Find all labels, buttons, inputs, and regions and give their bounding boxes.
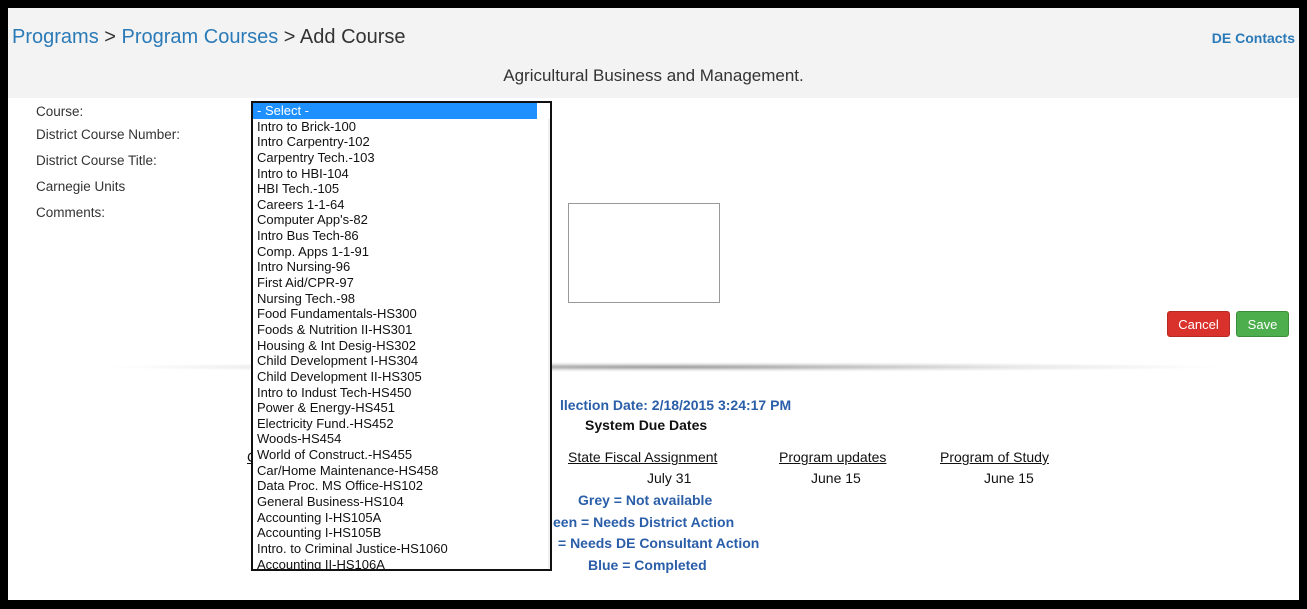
- page-frame: Programs > Program Courses > Add Course …: [8, 8, 1299, 600]
- course-option[interactable]: Careers 1-1-64: [253, 197, 537, 213]
- de-contacts-link[interactable]: DE Contacts: [1212, 30, 1295, 46]
- course-option[interactable]: Accounting I-HS105B: [253, 525, 537, 541]
- course-option[interactable]: Computer App's-82: [253, 212, 537, 228]
- cancel-button[interactable]: Cancel: [1167, 311, 1230, 337]
- course-option[interactable]: - Select -: [253, 103, 537, 119]
- course-option[interactable]: Car/Home Maintenance-HS458: [253, 463, 537, 479]
- program-name: Agricultural Business and Management.: [503, 66, 804, 85]
- course-option[interactable]: Data Proc. MS Office-HS102: [253, 478, 537, 494]
- course-option[interactable]: Foods & Nutrition II-HS301: [253, 322, 537, 338]
- course-option[interactable]: Accounting II-HS106A: [253, 557, 537, 569]
- comments-label: Comments:: [36, 205, 106, 220]
- save-button[interactable]: Save: [1236, 311, 1289, 337]
- breadcrumb-program-courses-link[interactable]: Program Courses: [122, 26, 279, 48]
- course-option[interactable]: Intro Bus Tech-86: [253, 228, 537, 244]
- program-of-study-header: Program of Study: [940, 449, 1049, 465]
- course-option[interactable]: Child Development I-HS304: [253, 353, 537, 369]
- dropdown-scrollbar[interactable]: [548, 119, 550, 568]
- state-fiscal-assignment-date: July 31: [647, 470, 692, 486]
- course-option[interactable]: First Aid/CPR-97: [253, 275, 537, 291]
- state-fiscal-assignment-header: State Fiscal Assignment: [568, 449, 718, 465]
- course-option[interactable]: Nursing Tech.-98: [253, 291, 537, 307]
- course-option[interactable]: Child Development II-HS305: [253, 369, 537, 385]
- course-option[interactable]: Intro Nursing-96: [253, 259, 537, 275]
- breadcrumb-programs-link[interactable]: Programs: [12, 26, 99, 48]
- breadcrumb-separator: >: [98, 26, 122, 48]
- course-option[interactable]: Intro Carpentry-102: [253, 134, 537, 150]
- course-option[interactable]: Housing & Int Desig-HS302: [253, 338, 537, 354]
- course-option[interactable]: Power & Energy-HS451: [253, 400, 537, 416]
- district-course-title-label: District Course Title:: [36, 153, 157, 168]
- district-course-number-label: District Course Number:: [36, 127, 181, 142]
- breadcrumb-current: Add Course: [299, 26, 406, 48]
- course-option[interactable]: HBI Tech.-105: [253, 181, 537, 197]
- system-due-dates-heading: System Due Dates: [585, 417, 708, 433]
- course-option-list: - Select - Intro to Brick-100 Intro Carpen…: [253, 103, 550, 569]
- breadcrumb: Programs > Program Courses > Add Course: [12, 26, 406, 49]
- course-option[interactable]: Intro to HBI-104: [253, 166, 537, 182]
- breadcrumb-separator: >: [278, 26, 300, 48]
- legend-green: een = Needs District Action: [553, 514, 735, 530]
- course-option[interactable]: Electricity Fund.-HS452: [253, 416, 537, 432]
- course-option[interactable]: Intro. to Criminal Justice-HS1060: [253, 541, 537, 557]
- course-option[interactable]: Intro to Brick-100: [253, 119, 537, 135]
- collection-date: llection Date: 2/18/2015 3:24:17 PM: [560, 397, 792, 413]
- course-option[interactable]: General Business-HS104: [253, 494, 537, 510]
- legend-consultant: = Needs DE Consultant Action: [558, 535, 760, 551]
- course-label: Course:: [36, 104, 84, 119]
- course-option[interactable]: Accounting I-HS105A: [253, 510, 537, 526]
- course-option[interactable]: Woods-HS454: [253, 431, 537, 447]
- chevron-up-icon[interactable]: ⌃: [548, 121, 550, 139]
- course-option[interactable]: Carpentry Tech.-103: [253, 150, 537, 166]
- scrollbar-thumb[interactable]: [550, 145, 552, 357]
- carnegie-units-label: Carnegie Units: [36, 179, 126, 194]
- legend-blue: Blue = Completed: [588, 557, 707, 573]
- course-option[interactable]: Comp. Apps 1-1-91: [253, 244, 537, 260]
- legend-grey: Grey = Not available: [578, 492, 713, 508]
- comments-textarea[interactable]: [568, 203, 720, 303]
- course-option[interactable]: Food Fundamentals-HS300: [253, 306, 537, 322]
- course-option[interactable]: Intro to Indust Tech-HS450: [253, 385, 537, 401]
- program-updates-date: June 15: [811, 470, 861, 486]
- course-option[interactable]: World of Construct.-HS455: [253, 447, 537, 463]
- chevron-down-icon[interactable]: ⌄: [548, 549, 550, 567]
- program-of-study-date: June 15: [984, 470, 1034, 486]
- course-select-dropdown[interactable]: - Select - Intro to Brick-100 Intro Carpen…: [251, 101, 552, 571]
- program-updates-header: Program updates: [779, 449, 887, 465]
